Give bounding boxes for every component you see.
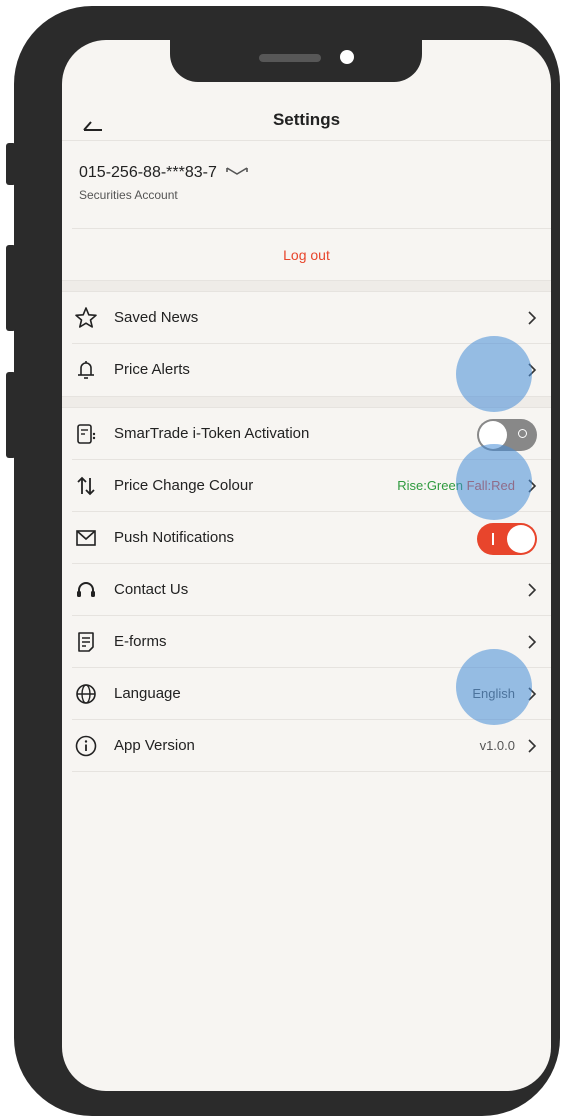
menu-item-e-forms[interactable]: E-forms <box>62 616 551 668</box>
account-info[interactable]: 015-256-88-***83-7 Securities Account <box>79 164 249 202</box>
side-button-volume-down <box>6 372 16 458</box>
menu-item-itoken-activation[interactable]: SmarTrade i-Token Activation <box>62 408 551 460</box>
account-number: 015-256-88-***83-7 <box>79 164 217 181</box>
chevron-right-icon <box>527 582 537 598</box>
app-version-value: v1.0.0 <box>479 738 515 753</box>
fall-colour-text: Fall:Red <box>466 478 515 493</box>
account-type: Securities Account <box>79 188 178 202</box>
toggle-knob <box>507 525 535 553</box>
token-device-icon <box>74 422 98 446</box>
chevron-right-icon <box>527 478 537 494</box>
page-title: Settings <box>272 110 341 129</box>
sort-arrows-icon <box>74 474 98 498</box>
chevron-right-icon <box>527 362 537 378</box>
menu-item-label: SmarTrade i-Token Activation <box>114 425 310 442</box>
menu-item-price-change-colour[interactable]: Price Change Colour Rise:Green Fall:Red <box>62 460 551 512</box>
headset-icon <box>74 578 98 602</box>
menu-item-contact-us[interactable]: Contact Us <box>62 564 551 616</box>
section-gap <box>62 396 551 408</box>
menu-item-label: Push Notifications <box>114 529 235 546</box>
menu-item-label: Price Change Colour <box>114 477 254 494</box>
toggle-off-mark <box>518 429 527 438</box>
menu-item-label: Saved News <box>114 309 199 326</box>
info-icon <box>74 734 98 758</box>
chevron-right-icon <box>527 686 537 702</box>
menu-item-label: E-forms <box>114 633 167 650</box>
section-gap <box>62 280 551 292</box>
menu-item-label: Language <box>114 685 181 702</box>
toggle-on-mark <box>492 533 494 545</box>
rise-colour-text: Rise:Green <box>397 478 463 493</box>
form-icon <box>74 630 98 654</box>
language-value: English <box>472 686 515 701</box>
menu-item-label: App Version <box>114 737 195 754</box>
push-notifications-toggle[interactable] <box>477 523 537 555</box>
app-screen: Settings 015-256-88-***83-7 Securities A… <box>62 40 551 1091</box>
logout-button[interactable]: Log out <box>62 247 551 263</box>
chevron-down-icon[interactable] <box>225 164 249 182</box>
speaker-icon <box>259 54 321 62</box>
menu-item-label: Contact Us <box>114 581 189 598</box>
menu-item-language[interactable]: Language English <box>62 668 551 720</box>
toggle-knob <box>479 421 507 449</box>
menu-item-price-alerts[interactable]: Price Alerts <box>62 344 551 396</box>
itoken-toggle[interactable] <box>477 419 537 451</box>
chevron-right-icon <box>527 634 537 650</box>
header-bar: Settings <box>62 102 551 140</box>
mail-icon <box>74 526 98 550</box>
chevron-right-icon <box>527 310 537 326</box>
side-button-mute <box>6 143 16 185</box>
globe-icon <box>74 682 98 706</box>
account-divider <box>72 228 551 229</box>
chevron-right-icon <box>527 738 537 754</box>
bell-icon <box>74 358 98 382</box>
star-icon <box>74 306 98 330</box>
menu-item-push-notifications[interactable]: Push Notifications <box>62 512 551 564</box>
header-divider <box>62 140 551 141</box>
menu-item-app-version[interactable]: App Version v1.0.0 <box>62 720 551 772</box>
menu-item-saved-news[interactable]: Saved News <box>62 292 551 344</box>
camera-icon <box>340 50 354 64</box>
notch <box>170 40 422 82</box>
menu-item-label: Price Alerts <box>114 361 190 378</box>
row-divider <box>72 771 551 772</box>
side-button-volume-up <box>6 245 16 331</box>
price-colour-value: Rise:Green Fall:Red <box>397 478 515 493</box>
